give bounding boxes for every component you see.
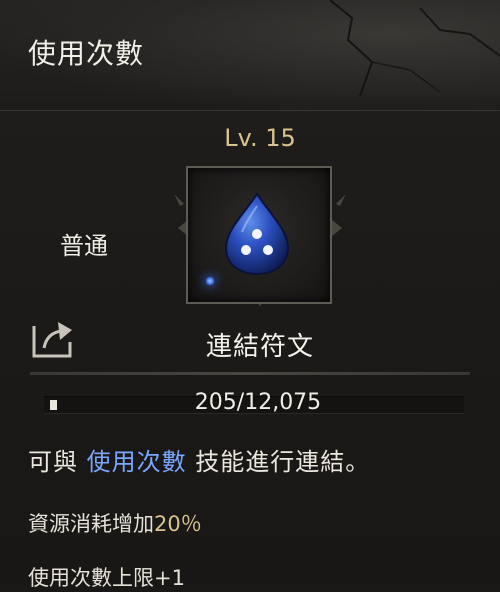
description-suffix: 技能進行連結。 (195, 448, 371, 476)
rune-description: 可與 使用次數 技能進行連結。 (28, 442, 370, 477)
stat-resource-cost: 資源消耗增加20％ (28, 508, 202, 538)
linked-skill-name: 使用次數 (86, 448, 187, 476)
stat-charge-limit: 使用次數上限+1 (28, 566, 185, 590)
rune-rarity: 普通 (60, 232, 108, 260)
rune-level: Lv. 15 (224, 124, 296, 152)
blue-teardrop-rune-icon (224, 192, 290, 276)
divider (30, 372, 470, 375)
rune-name: 連結符文 (205, 332, 314, 362)
description-prefix: 可與 (28, 448, 78, 476)
xp-progress-text: 205/12,075 (194, 390, 322, 415)
share-icon[interactable] (30, 318, 74, 358)
stat-resource-cost-label: 資源消耗增加 (28, 512, 154, 536)
tooltip-title: 使用次數 (28, 37, 145, 70)
tooltip-header: 使用次數 (0, 0, 500, 111)
stat-resource-cost-value: 20％ (154, 512, 202, 536)
rune-glow-dot (205, 276, 215, 286)
